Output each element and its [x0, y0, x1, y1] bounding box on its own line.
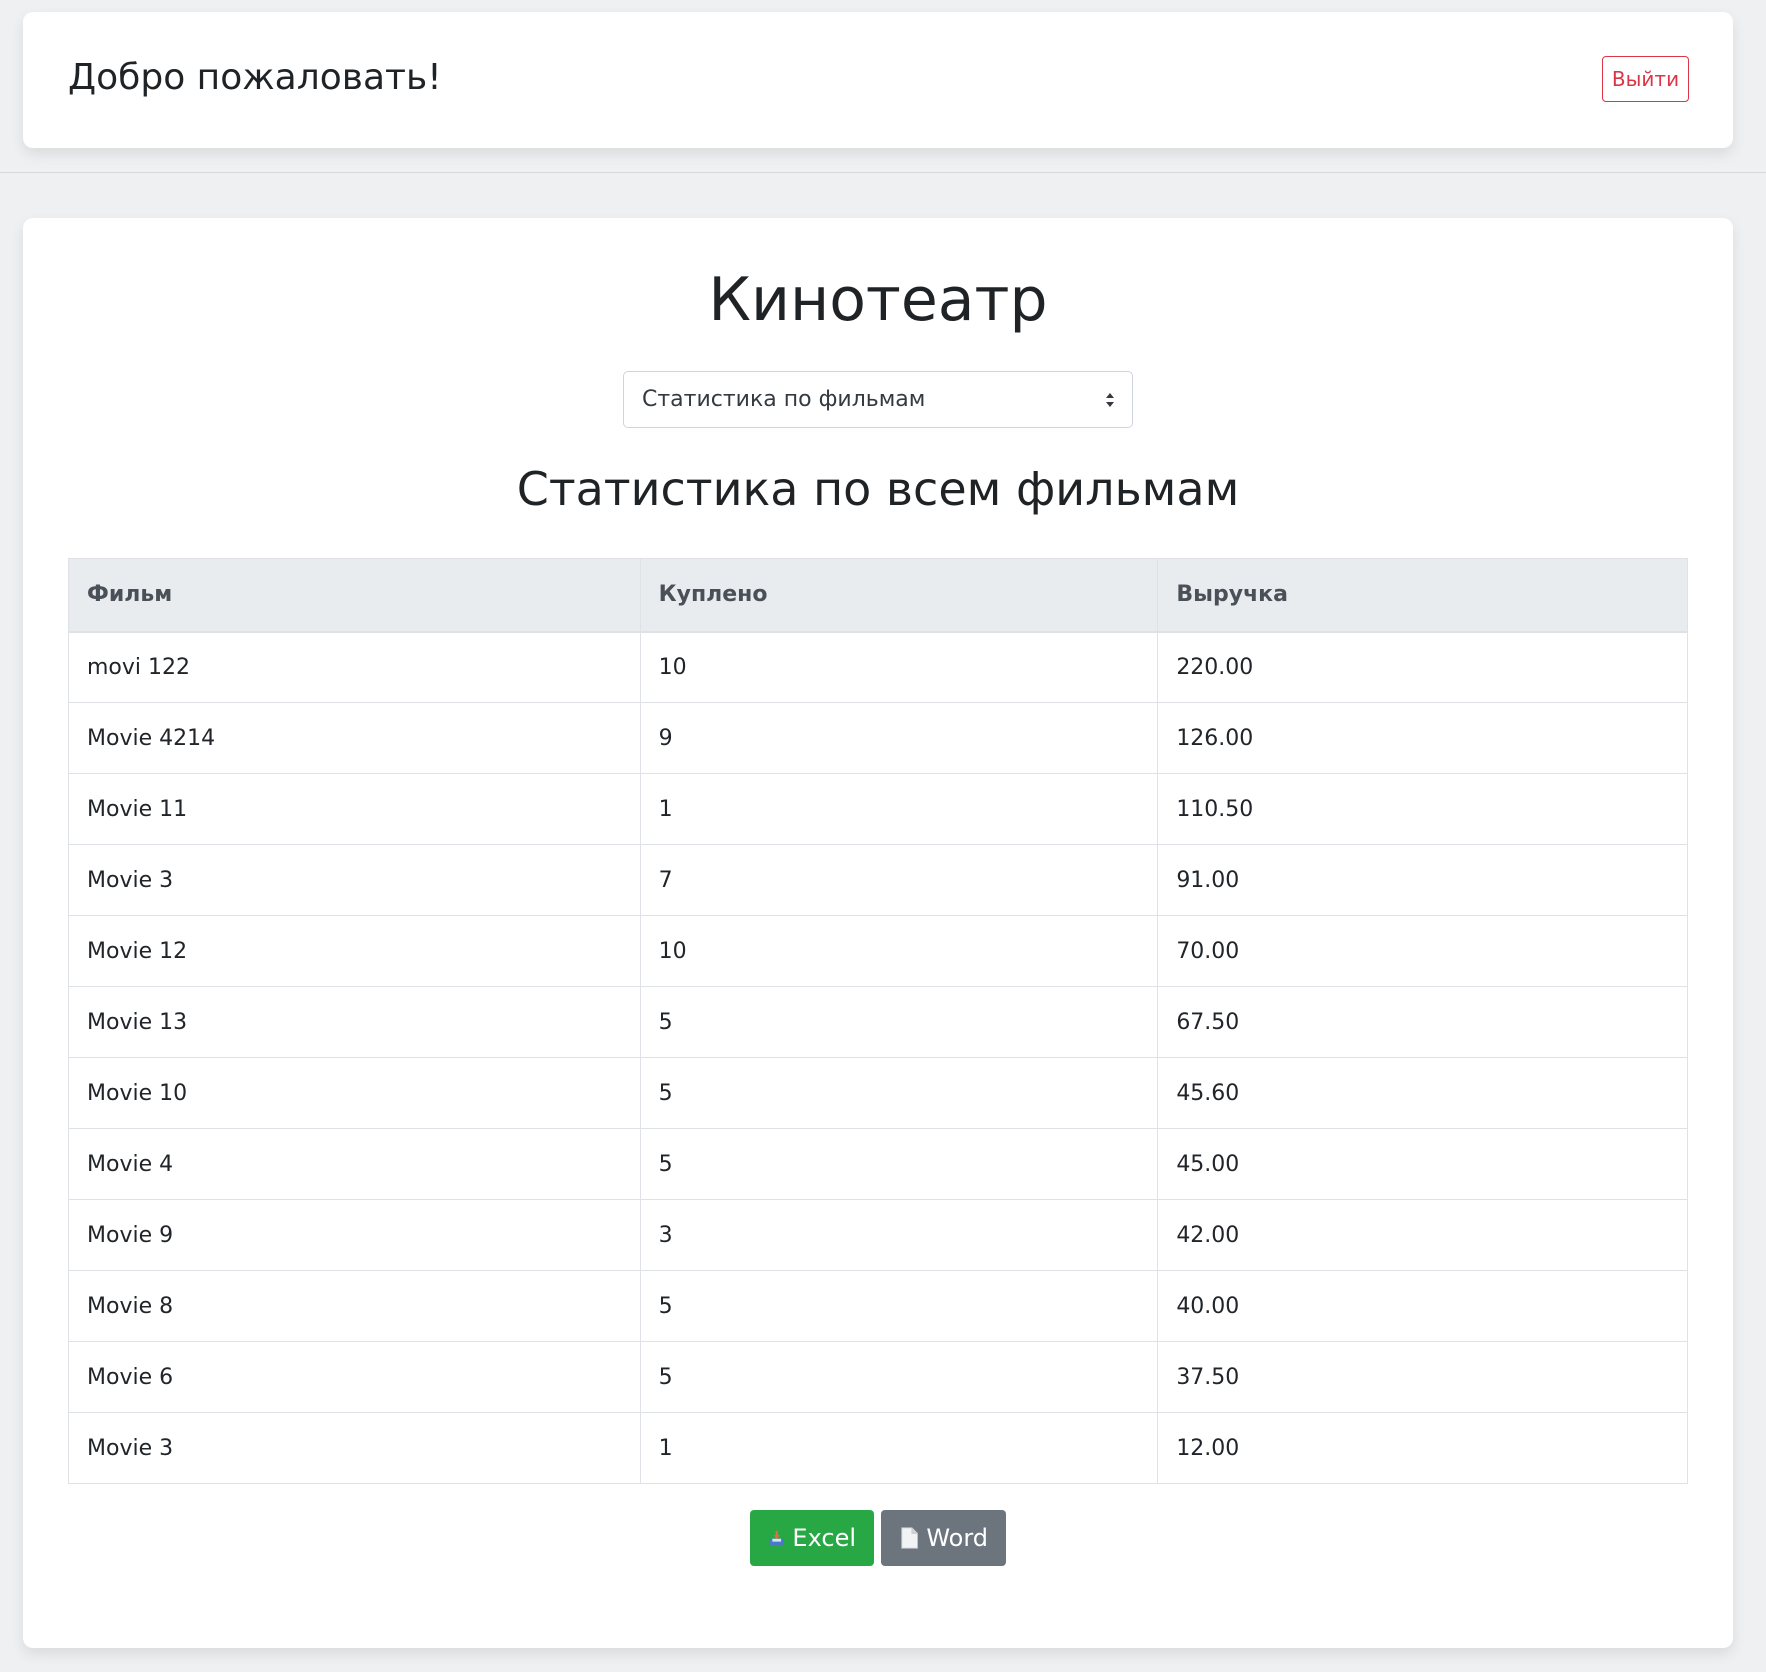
cell-revenue: 67.50 [1157, 986, 1688, 1058]
cell-revenue: 91.00 [1157, 844, 1688, 916]
cell-bought: 3 [639, 1199, 1159, 1271]
export-excel-button[interactable]: Excel [750, 1510, 874, 1566]
cell-film: Movie 4214 [68, 702, 641, 774]
cell-revenue: 110.50 [1157, 773, 1688, 845]
cell-bought: 5 [639, 1270, 1159, 1342]
cell-revenue: 12.00 [1157, 1412, 1688, 1484]
cell-film: Movie 8 [68, 1270, 641, 1342]
export-excel-label: Excel [792, 1524, 856, 1552]
column-header-film: Фильм [68, 558, 641, 633]
table-row: Movie 10 5 45.60 [68, 1057, 1688, 1129]
table-row: Movie 4214 9 126.00 [68, 702, 1688, 774]
cell-film: Movie 11 [68, 773, 641, 845]
cell-film: Movie 9 [68, 1199, 641, 1271]
table-header-row: Фильм Куплено Выручка [68, 558, 1688, 633]
cell-revenue: 40.00 [1157, 1270, 1688, 1342]
cell-revenue: 37.50 [1157, 1341, 1688, 1413]
cell-bought: 1 [639, 773, 1159, 845]
cell-bought: 5 [639, 1341, 1159, 1413]
table-row: Movie 11 1 110.50 [68, 773, 1688, 845]
table-row: Movie 4 5 45.00 [68, 1128, 1688, 1200]
divider [0, 172, 1766, 173]
cell-film: Movie 10 [68, 1057, 641, 1129]
column-header-bought: Куплено [639, 558, 1159, 633]
cell-film: Movie 3 [68, 1412, 641, 1484]
cell-film: Movie 13 [68, 986, 641, 1058]
main-card: Кинотеатр Статистика по фильмам Статисти… [23, 218, 1733, 1648]
cell-revenue: 45.60 [1157, 1057, 1688, 1129]
document-icon [901, 1527, 918, 1549]
table-row: Movie 3 7 91.00 [68, 844, 1688, 916]
cell-revenue: 220.00 [1157, 631, 1688, 703]
cell-film: Movie 4 [68, 1128, 641, 1200]
cell-film: Movie 12 [68, 915, 641, 987]
table-row: movi 122 10 220.00 [68, 631, 1688, 703]
inbox-tray-icon [769, 1530, 784, 1546]
table-row: Movie 9 3 42.00 [68, 1199, 1688, 1271]
export-buttons: Excel Word [23, 1510, 1733, 1566]
page-title: Кинотеатр [708, 265, 1048, 335]
cell-bought: 10 [639, 915, 1159, 987]
logout-button[interactable]: Выйти [1602, 56, 1689, 102]
cell-film: Movie 3 [68, 844, 641, 916]
cell-bought: 5 [639, 1128, 1159, 1200]
table-row: Movie 3 1 12.00 [68, 1412, 1688, 1484]
cell-bought: 5 [639, 1057, 1159, 1129]
table-row: Movie 8 5 40.00 [68, 1270, 1688, 1342]
table-row: Movie 12 10 70.00 [68, 915, 1688, 987]
cell-bought: 10 [639, 631, 1159, 703]
cell-revenue: 126.00 [1157, 702, 1688, 774]
cell-bought: 7 [639, 844, 1159, 916]
cell-revenue: 42.00 [1157, 1199, 1688, 1271]
table-row: Movie 6 5 37.50 [68, 1341, 1688, 1413]
report-select-value: Статистика по фильмам [642, 387, 926, 412]
report-select[interactable]: Статистика по фильмам [623, 371, 1133, 428]
export-word-label: Word [926, 1524, 988, 1552]
header-card: Добро пожаловать! Выйти [23, 12, 1733, 148]
cell-revenue: 70.00 [1157, 915, 1688, 987]
table-row: Movie 13 5 67.50 [68, 986, 1688, 1058]
stats-table: Фильм Куплено Выручка movi 122 10 220.00… [68, 558, 1688, 1484]
cell-bought: 5 [639, 986, 1159, 1058]
cell-film: Movie 6 [68, 1341, 641, 1413]
export-word-button[interactable]: Word [881, 1510, 1006, 1566]
cell-film: movi 122 [68, 631, 641, 703]
column-header-revenue: Выручка [1157, 558, 1688, 633]
cell-bought: 9 [639, 702, 1159, 774]
cell-bought: 1 [639, 1412, 1159, 1484]
cell-revenue: 45.00 [1157, 1128, 1688, 1200]
select-arrows-icon [1106, 393, 1114, 407]
section-title: Статистика по всем фильмам [516, 462, 1240, 516]
welcome-heading: Добро пожаловать! [68, 57, 442, 98]
